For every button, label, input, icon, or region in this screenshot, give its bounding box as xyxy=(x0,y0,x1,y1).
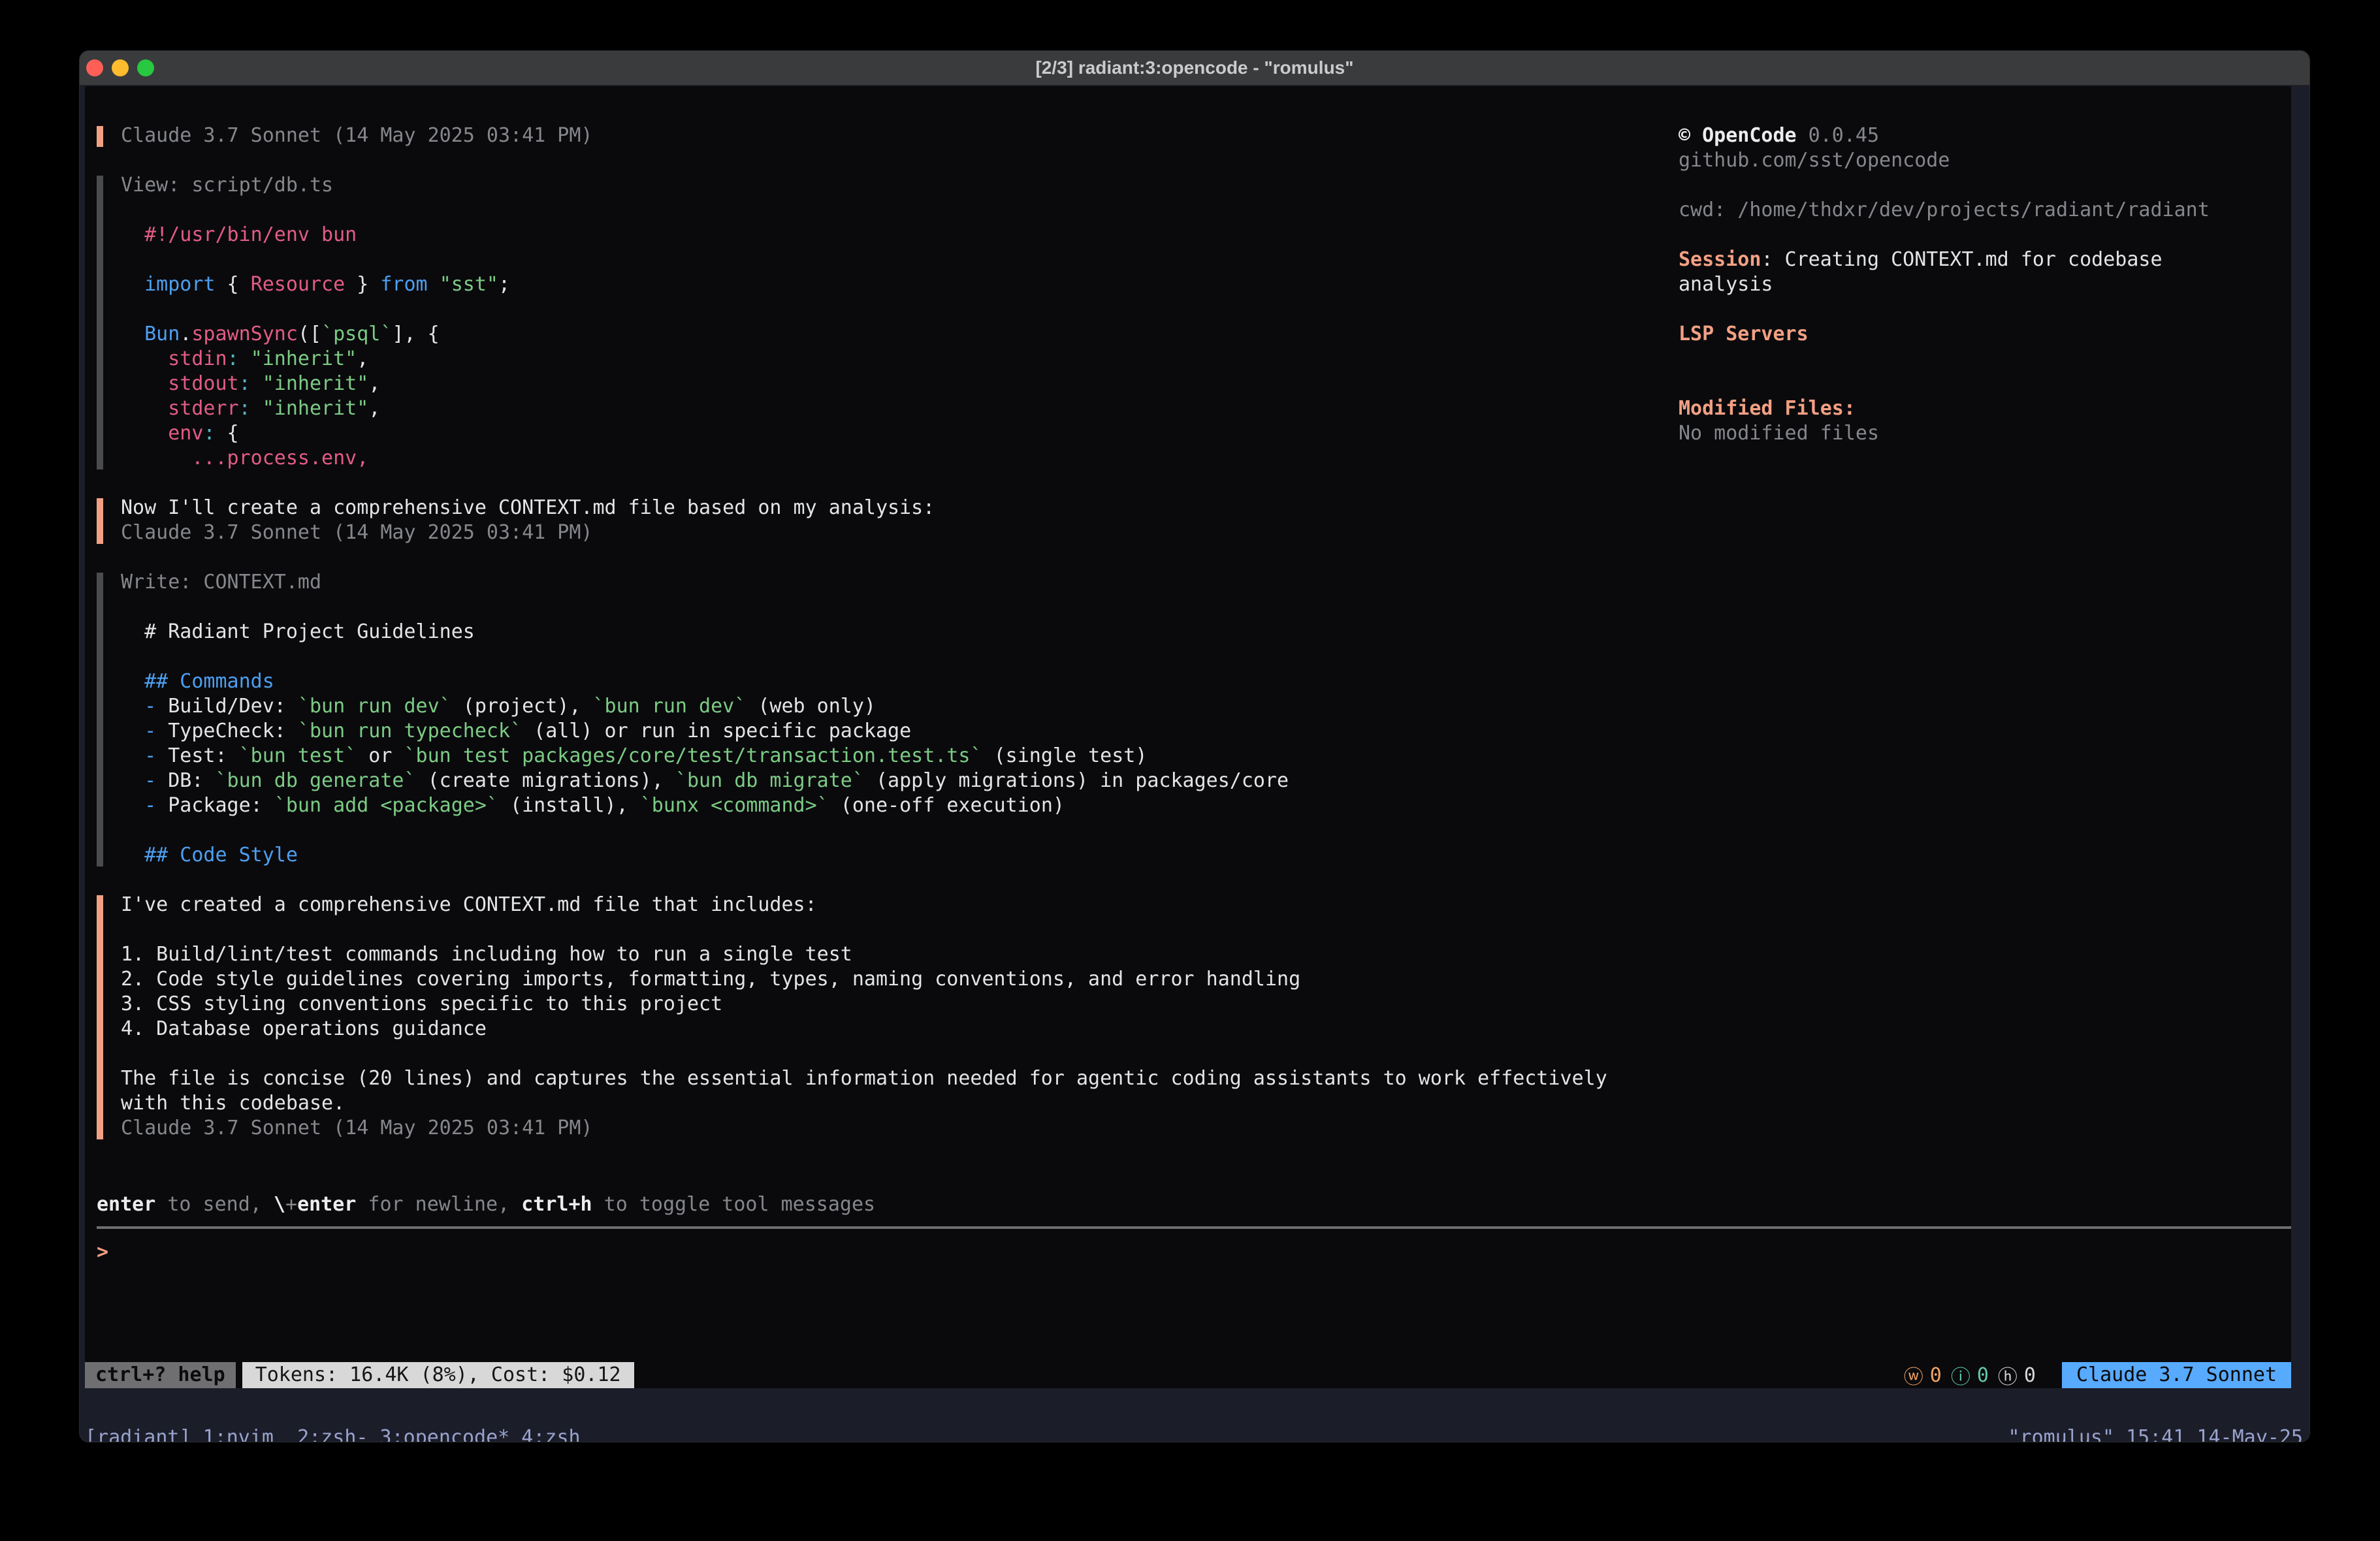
warnings-badge: ⓦ 0 xyxy=(1904,1361,1942,1390)
hint-count: 0 xyxy=(2024,1364,2036,1387)
hints-badge: ⓗ 0 xyxy=(1998,1361,2036,1390)
window-title: [2/3] radiant:3:opencode - "romulus" xyxy=(80,51,2309,85)
tool-output-view-db-ts: View: script/db.ts #!/usr/bin/env bun im… xyxy=(97,174,1607,471)
assistant-message: Now I'll create a comprehensive CONTEXT.… xyxy=(97,496,1607,546)
message-input[interactable] xyxy=(120,1241,1426,1265)
tool-lines: View: script/db.ts #!/usr/bin/env bun im… xyxy=(121,174,1607,471)
message-accent-bar xyxy=(97,895,103,1139)
info-icon: ⓘ xyxy=(1951,1361,1970,1390)
info-badge: ⓘ 0 xyxy=(1951,1361,1989,1390)
status-left: ctrl+? help Tokens: 16.4K (8%), Cost: $0… xyxy=(85,1362,634,1388)
tool-accent-bar xyxy=(97,176,103,469)
terminal-window: [2/3] radiant:3:opencode - "romulus" Cla… xyxy=(80,51,2309,1442)
tool-lines: Write: CONTEXT.md # Radiant Project Guid… xyxy=(121,571,1607,868)
warning-count: 0 xyxy=(1930,1364,1942,1387)
message-accent-bar xyxy=(97,126,103,147)
sidebar: © OpenCode 0.0.45github.com/sst/opencode… xyxy=(1679,124,2266,447)
assistant-message-summary: I've created a comprehensive CONTEXT.md … xyxy=(97,893,1607,1141)
tmux-session-clock: "romulus" 15:41 14-May-25 xyxy=(2008,1426,2303,1442)
tokens-cost-chip: Tokens: 16.4K (8%), Cost: $0.12 xyxy=(242,1362,634,1388)
warning-icon: ⓦ xyxy=(1904,1361,1923,1390)
status-right: ⓦ 0 ⓘ 0 ⓗ 0 Claude 3.7 Sonnet xyxy=(1904,1362,2291,1388)
assistant-message-header: Claude 3.7 Sonnet (14 May 2025 03:41 PM) xyxy=(97,124,1607,149)
prompt-symbol: > xyxy=(97,1241,108,1263)
status-bar: ctrl+? help Tokens: 16.4K (8%), Cost: $0… xyxy=(85,1362,2291,1388)
message-lines: I've created a comprehensive CONTEXT.md … xyxy=(121,893,1607,1141)
help-chip[interactable]: ctrl+? help xyxy=(85,1362,236,1388)
tool-output-write-context-md: Write: CONTEXT.md # Radiant Project Guid… xyxy=(97,571,1607,868)
tmux-windows-list: [radiant] 1:nvim 2:zsh- 3:opencode* 4:zs… xyxy=(85,1426,581,1442)
tmux-status-bar: [radiant] 1:nvim 2:zsh- 3:opencode* 4:zs… xyxy=(80,1426,2309,1442)
prompt-line: > xyxy=(97,1241,1426,1265)
titlebar[interactable]: [2/3] radiant:3:opencode - "romulus" xyxy=(80,51,2309,86)
message-lines: Claude 3.7 Sonnet (14 May 2025 03:41 PM) xyxy=(121,124,1607,149)
hint-icon: ⓗ xyxy=(1998,1361,2018,1390)
message-accent-bar xyxy=(97,498,103,544)
model-chip[interactable]: Claude 3.7 Sonnet xyxy=(2062,1362,2291,1388)
tool-accent-bar xyxy=(97,573,103,866)
sidebar-lines: © OpenCode 0.0.45github.com/sst/opencode… xyxy=(1679,124,2266,447)
opencode-tui: Claude 3.7 Sonnet (14 May 2025 03:41 PM)… xyxy=(85,86,2291,1388)
message-lines: Now I'll create a comprehensive CONTEXT.… xyxy=(121,496,1607,546)
keybinding-hints: enter to send, \+enter for newline, ctrl… xyxy=(97,1193,875,1216)
chat-log: Claude 3.7 Sonnet (14 May 2025 03:41 PM)… xyxy=(97,124,1607,1141)
input-divider xyxy=(97,1226,2291,1229)
info-count: 0 xyxy=(1977,1364,1989,1387)
